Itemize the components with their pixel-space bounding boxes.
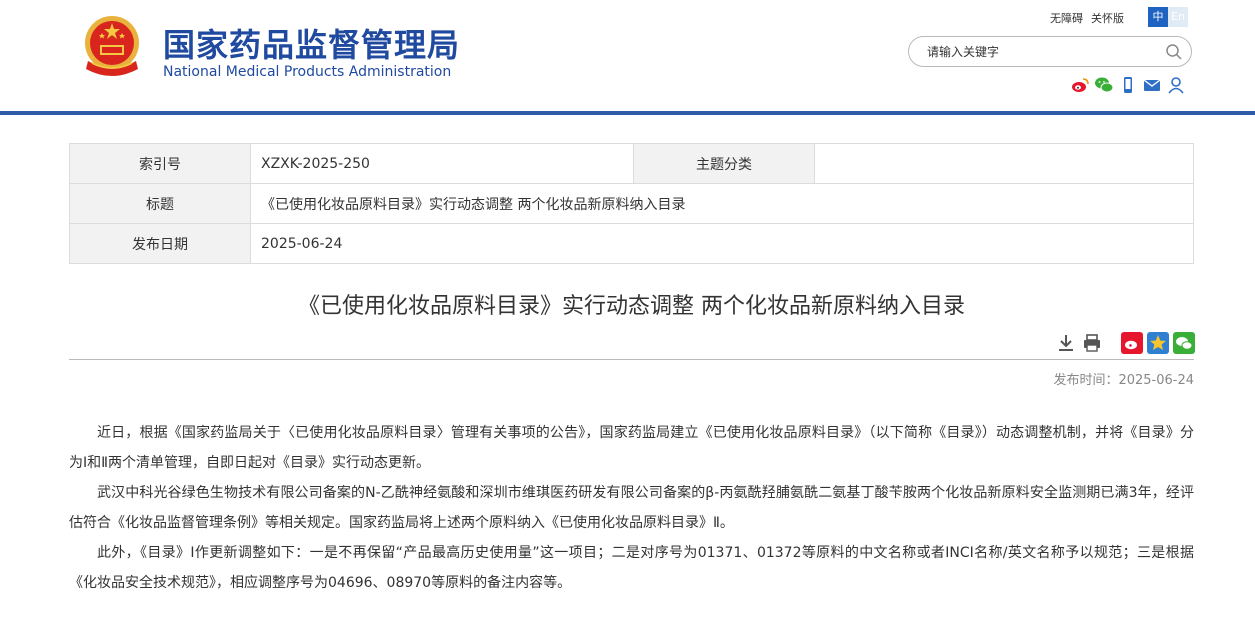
mobile-icon[interactable] <box>1118 75 1138 95</box>
elder-mode-link[interactable]: 关怀版 <box>1091 12 1124 25</box>
site-logo-en[interactable]: National Medical Products Administration <box>163 64 451 80</box>
national-emblem-icon[interactable] <box>80 13 144 83</box>
top-links: 无障碍 关怀版 <box>1050 10 1124 26</box>
title-label: 标题 <box>69 183 251 224</box>
search-box <box>908 36 1192 67</box>
lang-en-button[interactable]: En <box>1168 7 1188 27</box>
topic-label: 主题分类 <box>633 143 815 184</box>
paragraph: 武汉中科光谷绿色生物技术有限公司备案的N-乙酰神经氨酸和深圳市维琪医药研发有限公… <box>69 485 1194 531</box>
index-value: XZXK-2025-250 <box>250 143 634 184</box>
lang-zh-button[interactable]: 中 <box>1148 7 1168 27</box>
site-header: 国家药品监督管理局 National Medical Products Admi… <box>0 0 1255 112</box>
mail-icon[interactable] <box>1142 75 1162 95</box>
weibo-icon[interactable] <box>1070 75 1090 95</box>
accessibility-link[interactable]: 无障碍 <box>1050 12 1083 25</box>
language-switch: 中 En <box>1148 7 1188 27</box>
share-weibo-icon[interactable] <box>1121 332 1143 354</box>
share-qzone-icon[interactable] <box>1147 332 1169 354</box>
share-wechat-icon[interactable] <box>1173 332 1195 354</box>
print-icon[interactable] <box>1081 332 1103 354</box>
user-icon[interactable] <box>1166 75 1186 95</box>
header-divider-bar <box>0 111 1255 115</box>
title-divider <box>69 359 1194 360</box>
publish-time: 发布时间：2025-06-24 <box>1053 373 1194 388</box>
paragraph: 近日，根据《国家药监局关于〈已使用化妆品原料目录〉管理有关事项的公告》，国家药监… <box>69 425 1194 471</box>
article-body: 近日，根据《国家药监局关于〈已使用化妆品原料目录〉管理有关事项的公告》，国家药监… <box>69 418 1194 598</box>
search-input[interactable] <box>925 42 1159 62</box>
topic-value <box>814 143 1194 184</box>
paragraph: 此外，《目录》Ⅰ作更新调整如下：一是不再保留“产品最高历史使用量”这一项目；二是… <box>69 545 1194 591</box>
download-icon[interactable] <box>1055 332 1077 354</box>
wechat-icon[interactable] <box>1094 75 1114 95</box>
index-label: 索引号 <box>69 143 251 184</box>
title-value: 《已使用化妆品原料目录》实行动态调整 两个化妆品新原料纳入目录 <box>250 183 1194 224</box>
date-value: 2025-06-24 <box>250 223 1194 264</box>
article-tools <box>1055 332 1195 354</box>
site-logo-cn[interactable]: 国家药品监督管理局 <box>163 20 460 66</box>
article-meta-table: 索引号 XZXK-2025-250 主题分类 标题 《已使用化妆品原料目录》实行… <box>69 143 1194 264</box>
social-links <box>1070 75 1186 95</box>
date-label: 发布日期 <box>69 223 251 264</box>
search-icon[interactable] <box>1165 43 1183 61</box>
article-title: 《已使用化妆品原料目录》实行动态调整 两个化妆品新原料纳入目录 <box>298 294 965 319</box>
